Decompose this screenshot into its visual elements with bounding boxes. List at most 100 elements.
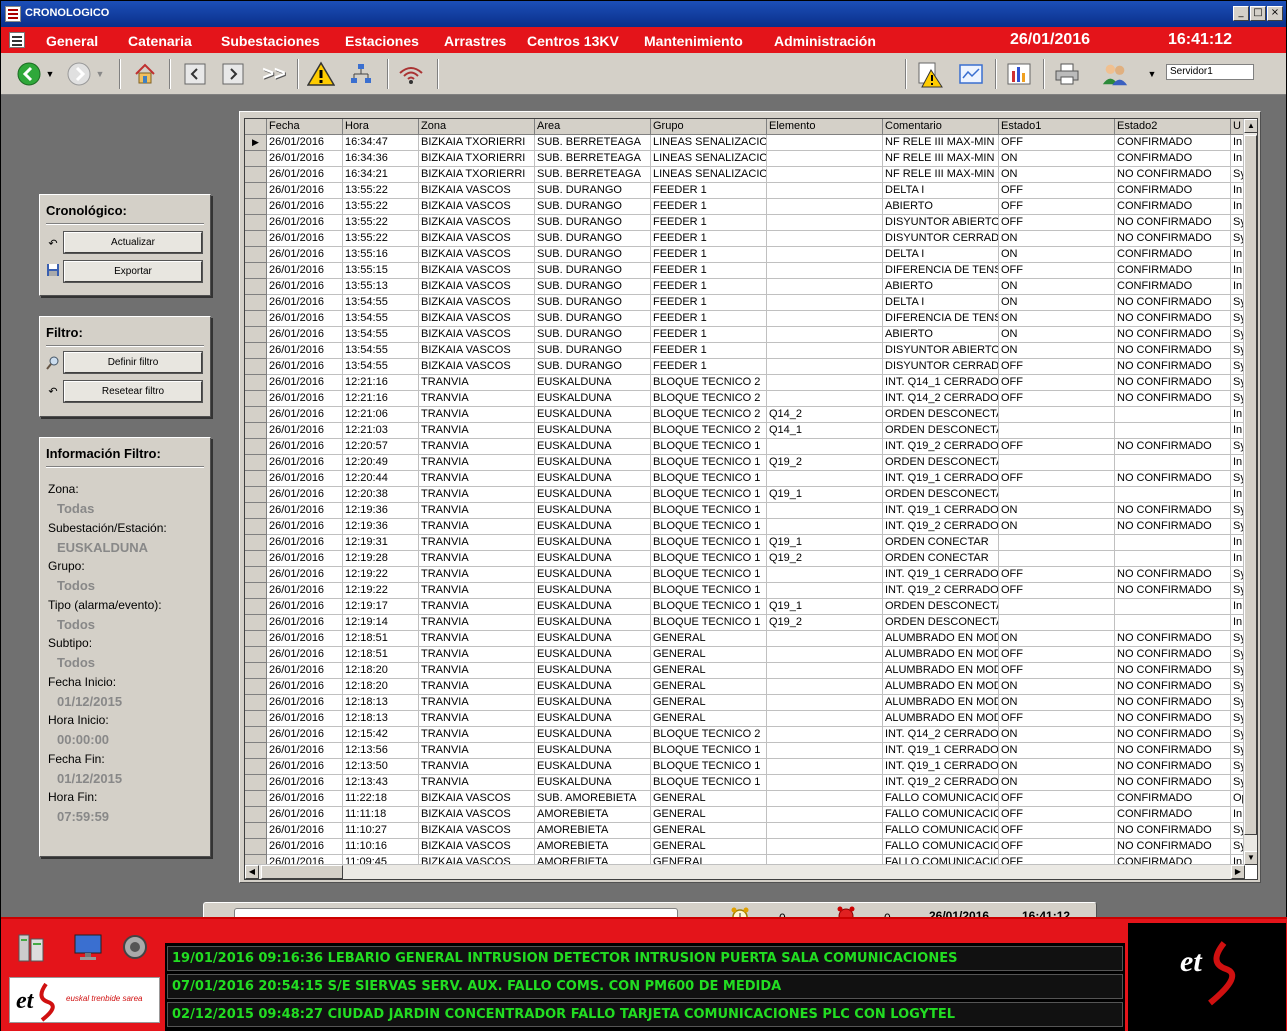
monitor-icon[interactable] (71, 929, 107, 965)
table-row[interactable]: 26/01/2016 16:34:36 BIZKAIA TXORIERRI SUB. … (245, 151, 1245, 167)
column-header[interactable]: Estado2 (1115, 119, 1231, 135)
table-row[interactable]: 26/01/2016 12:18:13 TRANVIA EUSKALDUNA GENER… (245, 711, 1245, 727)
row-header[interactable] (245, 567, 267, 583)
row-header[interactable] (245, 423, 267, 439)
table-row[interactable]: 26/01/2016 12:20:57 TRANVIA EUSKALDUNA BLOQU… (245, 439, 1245, 455)
row-header[interactable] (245, 455, 267, 471)
table-row[interactable]: 26/01/2016 12:19:22 TRANVIA EUSKALDUNA BLOQU… (245, 583, 1245, 599)
row-header[interactable] (245, 343, 267, 359)
warning-icon[interactable] (307, 60, 335, 88)
row-header[interactable] (245, 375, 267, 391)
menu-app-icon[interactable] (9, 32, 25, 48)
network-icon[interactable] (347, 60, 375, 88)
table-row[interactable]: 26/01/2016 11:10:27 BIZKAIA VASCOS AMOREBIE… (245, 823, 1245, 839)
menu-mantenimiento[interactable]: Mantenimiento (644, 33, 743, 49)
table-row[interactable]: 26/01/2016 12:13:50 TRANVIA EUSKALDUNA BLOQU… (245, 759, 1245, 775)
row-header[interactable] (245, 551, 267, 567)
table-row[interactable]: 26/01/2016 12:18:51 TRANVIA EUSKALDUNA GENER… (245, 631, 1245, 647)
menu-administracion[interactable]: Administración (774, 33, 876, 49)
table-row[interactable]: 26/01/2016 11:10:16 BIZKAIA VASCOS AMOREBIE… (245, 839, 1245, 855)
table-row[interactable]: 26/01/2016 13:54:55 BIZKAIA VASCOS SUB. DUR… (245, 343, 1245, 359)
column-header[interactable]: Zona (419, 119, 535, 135)
row-header[interactable] (245, 599, 267, 615)
back-dropdown-icon[interactable]: ▼ (43, 60, 57, 88)
row-header[interactable] (245, 711, 267, 727)
table-row[interactable]: 26/01/2016 13:55:13 BIZKAIA VASCOS SUB. DUR… (245, 279, 1245, 295)
table-row[interactable]: 26/01/2016 12:21:16 TRANVIA EUSKALDUNA BLOQU… (245, 375, 1245, 391)
events-grid[interactable]: Fecha Hora Zona Area Grupo Elemento Comentario… (244, 118, 1258, 880)
table-row[interactable]: 26/01/2016 13:54:55 BIZKAIA VASCOS SUB. DUR… (245, 295, 1245, 311)
table-row[interactable]: 26/01/2016 12:18:20 TRANVIA EUSKALDUNA GENER… (245, 663, 1245, 679)
table-row[interactable]: 26/01/2016 12:21:16 TRANVIA EUSKALDUNA BLOQU… (245, 391, 1245, 407)
row-header[interactable] (245, 519, 267, 535)
table-row[interactable]: 26/01/2016 13:55:22 BIZKAIA VASCOS SUB. DUR… (245, 199, 1245, 215)
column-header[interactable]: Hora (343, 119, 419, 135)
vertical-scroll-thumb[interactable] (1244, 135, 1257, 835)
row-header[interactable] (245, 535, 267, 551)
forward-dropdown-icon[interactable]: ▼ (93, 60, 107, 88)
row-header[interactable] (245, 727, 267, 743)
table-row[interactable]: 26/01/2016 12:21:03 TRANVIA EUSKALDUNA BLOQU… (245, 423, 1245, 439)
row-header[interactable] (245, 247, 267, 263)
row-header[interactable] (245, 391, 267, 407)
row-header[interactable] (245, 311, 267, 327)
bar-chart-icon[interactable] (1005, 60, 1033, 88)
row-header[interactable] (245, 231, 267, 247)
table-row[interactable]: 26/01/2016 12:18:20 TRANVIA EUSKALDUNA GENER… (245, 679, 1245, 695)
column-header[interactable]: Grupo (651, 119, 767, 135)
forward-icon[interactable] (65, 60, 93, 88)
row-header[interactable] (245, 775, 267, 791)
row-header[interactable] (245, 263, 267, 279)
row-header[interactable] (245, 279, 267, 295)
table-row[interactable]: 26/01/2016 12:20:49 TRANVIA EUSKALDUNA BLOQU… (245, 455, 1245, 471)
row-header[interactable] (245, 743, 267, 759)
table-row[interactable]: 26/01/2016 13:54:55 BIZKAIA VASCOS SUB. DUR… (245, 327, 1245, 343)
fast-forward-button[interactable]: >> (257, 60, 291, 88)
column-header[interactable]: Elemento (767, 119, 883, 135)
definir-filtro-button[interactable]: Definir filtro (63, 351, 203, 374)
table-row[interactable]: ▶ 26/01/2016 16:34:47 BIZKAIA TXORIERRI SUB.… (245, 135, 1245, 151)
table-row[interactable]: 26/01/2016 13:54:55 BIZKAIA VASCOS SUB. DUR… (245, 311, 1245, 327)
row-header[interactable] (245, 487, 267, 503)
users-icon[interactable] (1101, 60, 1129, 88)
horizontal-scrollbar[interactable]: ◀ ▶ (245, 864, 1245, 879)
table-row[interactable]: 26/01/2016 13:55:22 BIZKAIA VASCOS SUB. DUR… (245, 231, 1245, 247)
row-header[interactable] (245, 807, 267, 823)
table-row[interactable]: 26/01/2016 13:55:16 BIZKAIA VASCOS SUB. DUR… (245, 247, 1245, 263)
row-header[interactable] (245, 663, 267, 679)
table-row[interactable]: 26/01/2016 12:13:43 TRANVIA EUSKALDUNA BLOQU… (245, 775, 1245, 791)
close-button[interactable]: × (1267, 6, 1283, 21)
row-header[interactable] (245, 695, 267, 711)
row-header[interactable] (245, 407, 267, 423)
row-header[interactable] (245, 503, 267, 519)
row-header[interactable] (245, 631, 267, 647)
row-header[interactable] (245, 359, 267, 375)
table-row[interactable]: 26/01/2016 12:19:22 TRANVIA EUSKALDUNA BLOQU… (245, 567, 1245, 583)
row-header[interactable] (245, 583, 267, 599)
scroll-right-icon[interactable]: ▶ (1231, 865, 1245, 879)
printer-icon[interactable] (1053, 60, 1081, 88)
wireless-icon[interactable] (397, 60, 425, 88)
table-row[interactable]: 26/01/2016 11:22:18 BIZKAIA VASCOS SUB. AMO… (245, 791, 1245, 807)
minimize-button[interactable]: _ (1233, 6, 1249, 21)
speaker-icon[interactable] (117, 929, 153, 965)
table-row[interactable]: 26/01/2016 12:19:36 TRANVIA EUSKALDUNA BLOQU… (245, 519, 1245, 535)
table-row[interactable]: 26/01/2016 13:55:22 BIZKAIA VASCOS SUB. DUR… (245, 215, 1245, 231)
scroll-up-icon[interactable]: ▲ (1244, 119, 1257, 133)
row-header[interactable] (245, 183, 267, 199)
table-row[interactable]: 26/01/2016 11:11:18 BIZKAIA VASCOS AMOREBIE… (245, 807, 1245, 823)
table-row[interactable]: 26/01/2016 12:19:17 TRANVIA EUSKALDUNA BLOQU… (245, 599, 1245, 615)
table-row[interactable]: 26/01/2016 12:20:44 TRANVIA EUSKALDUNA BLOQU… (245, 471, 1245, 487)
table-row[interactable]: 26/01/2016 12:18:13 TRANVIA EUSKALDUNA GENER… (245, 695, 1245, 711)
column-header[interactable]: Area (535, 119, 651, 135)
table-row[interactable]: 26/01/2016 12:21:06 TRANVIA EUSKALDUNA BLOQU… (245, 407, 1245, 423)
users-dropdown-icon[interactable]: ▼ (1145, 60, 1159, 88)
table-row[interactable]: 26/01/2016 12:19:28 TRANVIA EUSKALDUNA BLOQU… (245, 551, 1245, 567)
row-header[interactable] (245, 215, 267, 231)
row-header[interactable] (245, 823, 267, 839)
menu-general[interactable]: General (46, 33, 98, 49)
server-field[interactable]: Servidor1 (1166, 64, 1254, 80)
column-header[interactable]: Estado1 (999, 119, 1115, 135)
home-icon[interactable] (131, 60, 159, 88)
menu-centros-13kv[interactable]: Centros 13KV (527, 33, 619, 49)
